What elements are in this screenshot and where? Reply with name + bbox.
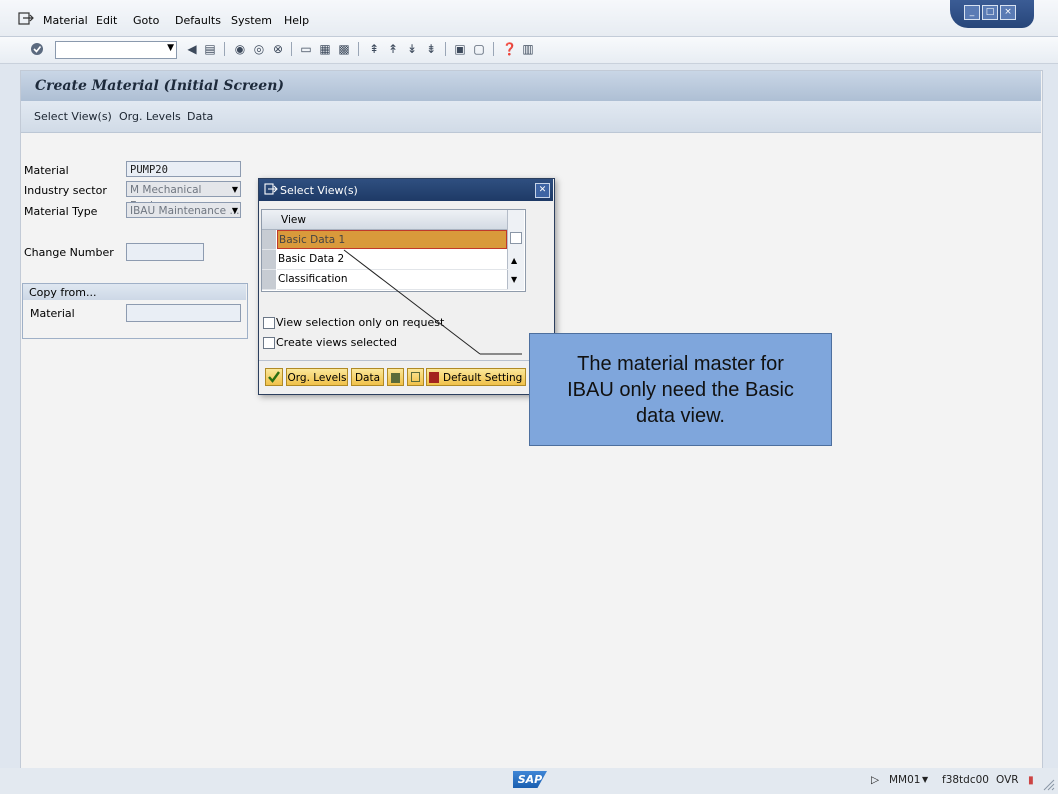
back-icon[interactable]: ◀: [185, 42, 199, 56]
close-window-icon[interactable]: ×: [1000, 5, 1016, 20]
dialog-button-divider: [259, 360, 553, 361]
select-all-icon: [391, 373, 400, 383]
change-number-input[interactable]: [126, 243, 204, 261]
print-icon[interactable]: ▭: [299, 42, 313, 56]
menu-system[interactable]: System: [231, 14, 272, 27]
next-page-icon[interactable]: ↡: [405, 42, 419, 56]
scroll-down-icon[interactable]: ▼: [511, 275, 517, 284]
deselect-all-button[interactable]: [407, 368, 424, 386]
close-icon[interactable]: ✕: [535, 183, 550, 198]
row-selector[interactable]: [262, 250, 276, 270]
row-selector[interactable]: [262, 270, 276, 290]
help-icon[interactable]: ❓: [502, 42, 517, 56]
data-button[interactable]: Data: [187, 110, 213, 123]
chevron-down-icon[interactable]: ▼: [232, 203, 238, 219]
default-setting-label: Default Setting: [443, 372, 523, 384]
last-page-icon[interactable]: ⇟: [424, 42, 438, 56]
menu-icon[interactable]: [18, 12, 35, 26]
save-icon[interactable]: ▤: [203, 42, 217, 56]
command-field[interactable]: ▼: [55, 41, 177, 59]
new-session-icon[interactable]: ▣: [453, 42, 467, 56]
chevron-down-icon[interactable]: ▼: [922, 775, 928, 784]
page-title: Create Material (Initial Screen): [35, 78, 284, 94]
copy-from-title: Copy from...: [29, 286, 97, 299]
menu-goto[interactable]: Goto: [133, 14, 159, 27]
view-row-classification[interactable]: Classification: [277, 270, 508, 290]
material-type-select[interactable]: IBAU Maintenance ... ▼: [126, 202, 241, 218]
material-value: PUMP20: [130, 164, 168, 176]
callout-line-2: IBAU only need the Basic: [567, 379, 794, 401]
select-all-button[interactable]: [387, 368, 404, 386]
toolbar-separator: [493, 42, 494, 56]
back-green-icon[interactable]: ◉: [233, 42, 247, 56]
org-levels-button[interactable]: Org. Levels: [119, 110, 181, 123]
industry-sector-select[interactable]: M Mechanical Engin... ▼: [126, 181, 241, 212]
previous-page-icon[interactable]: ↟: [386, 42, 400, 56]
toolbar-separator: [358, 42, 359, 56]
dialog-title: Select View(s): [280, 184, 358, 197]
first-page-icon[interactable]: ⇞: [367, 42, 381, 56]
find-icon[interactable]: ▦: [318, 42, 332, 56]
create-views-label: Create views selected: [276, 336, 398, 349]
maximize-icon[interactable]: □: [982, 5, 998, 20]
material-input[interactable]: PUMP20: [126, 161, 241, 177]
data-dialog-button[interactable]: Data: [351, 368, 384, 386]
industry-sector-label: Industry sector: [24, 184, 107, 197]
menu-edit[interactable]: Edit: [96, 14, 117, 27]
chevron-down-icon[interactable]: ▼: [167, 43, 174, 53]
select-views-button[interactable]: Select View(s): [34, 110, 112, 123]
minimize-icon[interactable]: _: [964, 5, 980, 20]
deselect-all-icon: [411, 372, 420, 382]
view-row-basic-data-2[interactable]: Basic Data 2: [277, 250, 508, 270]
server-name: f38tdc00: [942, 774, 989, 786]
toolbar-separator: [224, 42, 225, 56]
callout-line-3: data view.: [636, 405, 725, 427]
org-levels-dialog-button[interactable]: Org. Levels: [286, 368, 348, 386]
change-number-label: Change Number: [24, 246, 114, 259]
view-row-basic-data-1[interactable]: Basic Data 1: [277, 230, 507, 249]
row-selector[interactable]: [262, 230, 276, 250]
busy-indicator-icon: ▮: [1028, 774, 1034, 786]
enter-icon[interactable]: [30, 42, 44, 56]
column-header-view: View: [281, 214, 306, 226]
confirm-button[interactable]: [265, 368, 283, 386]
transaction-code[interactable]: MM01: [889, 774, 920, 786]
copy-material-input[interactable]: [126, 304, 241, 322]
material-type-value: IBAU Maintenance ...: [130, 205, 240, 217]
copy-material-label: Material: [30, 307, 75, 320]
material-label: Material: [24, 164, 69, 177]
chevron-down-icon[interactable]: ▼: [232, 182, 238, 198]
view-selection-checkbox[interactable]: [263, 317, 275, 329]
create-views-checkbox[interactable]: [263, 337, 275, 349]
window-controls: _ □ ×: [950, 0, 1034, 28]
menu-defaults[interactable]: Defaults: [175, 14, 221, 27]
callout-line-1: The material master for: [577, 353, 784, 375]
toolbar-separator: [291, 42, 292, 56]
scroll-up-icon[interactable]: ▲: [511, 256, 517, 265]
save-default-icon: [429, 372, 439, 383]
find-next-icon[interactable]: ▩: [337, 42, 351, 56]
column-config-icon[interactable]: [510, 232, 522, 244]
cancel-icon[interactable]: ⊗: [271, 42, 285, 56]
material-type-label: Material Type: [24, 205, 98, 218]
resize-grip-icon[interactable]: [1041, 777, 1055, 791]
shortcut-icon[interactable]: ▢: [472, 42, 486, 56]
toolbar-separator: [445, 42, 446, 56]
exit-icon[interactable]: ◎: [252, 42, 266, 56]
menu-material[interactable]: Material: [43, 14, 88, 27]
default-setting-button[interactable]: Default Setting: [426, 368, 526, 386]
view-selection-label: View selection only on request: [276, 316, 445, 329]
status-expand-icon[interactable]: ▷: [871, 774, 879, 786]
insert-mode: OVR: [996, 774, 1019, 786]
layout-menu-icon[interactable]: ▥: [521, 42, 535, 56]
menu-help[interactable]: Help: [284, 14, 309, 27]
vertical-scrollbar[interactable]: ▲ ▼: [507, 210, 524, 290]
callout-note: The material master for IBAU only need t…: [529, 333, 832, 446]
checkmark-icon: [268, 371, 280, 383]
dialog-icon: [264, 183, 278, 195]
